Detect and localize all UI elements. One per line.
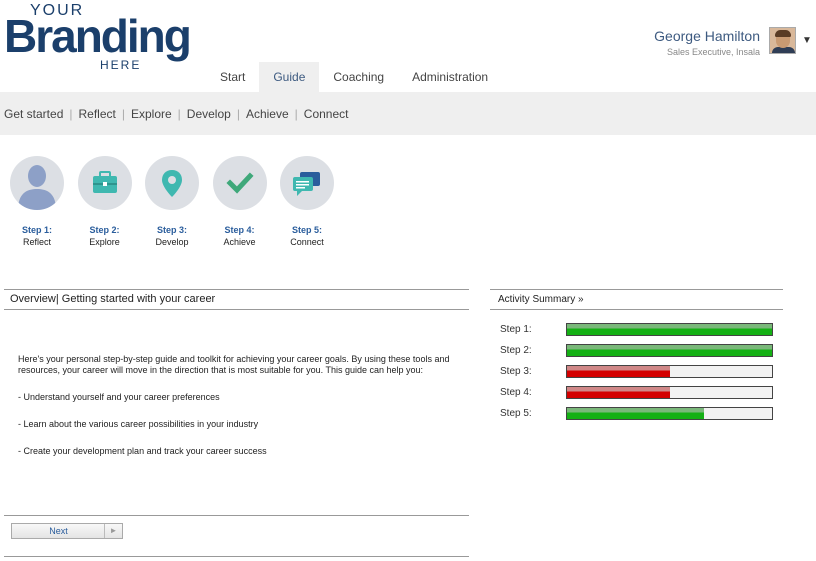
overview-footer: Next ► [4,515,469,557]
subnav-reflect[interactable]: Reflect [79,107,116,121]
overview-bullet: - Create your development plan and track… [18,446,267,456]
overview-subtitle: Getting started with your career [61,293,216,305]
overview-bullet: - Understand yourself and your career pr… [18,392,220,402]
subnav-get-started[interactable]: Get started [4,107,63,121]
checkmark-icon [212,156,267,210]
activity-summary-header[interactable]: Activity Summary » [490,289,783,310]
progress-fill [567,324,772,335]
overview-header: Overview| Getting started with your care… [4,289,469,310]
activity-row: Step 1: [500,319,773,340]
overview-title: Overview [10,293,56,305]
tab-administration[interactable]: Administration [398,62,502,92]
overview-content: Here's your personal step-by-step guide … [18,354,458,473]
progress-fill [567,345,772,356]
arrow-right-icon: ► [104,524,122,538]
progress-bar [566,323,773,336]
step-number: Step 1: [21,225,52,235]
chevron-down-icon[interactable]: ▼ [802,35,812,46]
activity-row: Step 2: [500,340,773,361]
logo-line-2: Branding [4,10,192,62]
step-number: Step 5: [291,225,322,235]
activity-summary-title[interactable]: Activity Summary » [498,294,584,305]
subnav-divider: | [69,106,73,121]
tab-start[interactable]: Start [206,62,259,92]
progress-bar [566,344,773,357]
activity-row: Step 5: [500,403,773,424]
overview-bullet: - Learn about the various career possibi… [18,419,259,429]
progress-bar [566,407,773,420]
subnav-achieve[interactable]: Achieve [246,107,289,121]
step-achieve[interactable]: Step 4: Achieve [212,156,267,247]
user-info[interactable]: George Hamilton Sales Executive, Insala [654,28,760,57]
brand-logo[interactable]: YOUR Branding HERE [4,2,192,72]
step-develop[interactable]: Step 3: Develop [145,156,199,247]
step-number: Step 4: [224,225,255,235]
user-name[interactable]: George Hamilton [654,28,760,44]
subnav-connect[interactable]: Connect [304,107,349,121]
activity-summary: Step 1: Step 2: Step 3: Step 4: Step 5: [500,319,773,424]
step-label: Connect [290,237,324,247]
step-label: Explore [89,237,120,247]
person-icon [10,156,64,210]
briefcase-icon [77,156,132,210]
activity-step-label: Step 4: [500,387,532,398]
activity-step-label: Step 2: [500,345,532,356]
subnav-divider: | [121,106,125,121]
subnav-divider: | [177,106,181,121]
sub-nav: Get started | Reflect | Explore | Develo… [0,92,816,135]
tab-coaching[interactable]: Coaching [319,62,398,92]
step-label: Reflect [22,237,51,247]
user-role: Sales Executive, Insala [666,47,760,57]
step-connect[interactable]: Step 5: Connect [280,156,334,247]
step-number: Step 3: [156,225,187,235]
subnav-develop[interactable]: Develop [187,107,231,121]
activity-row: Step 3: [500,361,773,382]
next-button-label: Next [49,526,68,536]
chat-bubbles-icon [280,156,334,210]
step-label: Develop [155,237,189,247]
progress-bar [566,365,773,378]
step-explore[interactable]: Step 2: Explore [77,156,132,247]
step-list: Step 1: Reflect Step 2: Explore Step 3: … [10,156,348,247]
tab-guide[interactable]: Guide [259,62,320,92]
progress-bar [566,386,773,399]
avatar[interactable] [769,27,796,54]
subnav-explore[interactable]: Explore [131,107,172,121]
step-number: Step 2: [89,225,120,235]
progress-fill [567,387,670,398]
activity-step-label: Step 5: [500,408,532,419]
activity-row: Step 4: [500,382,773,403]
map-pin-icon [145,156,199,210]
subnav-divider: | [236,106,240,121]
subnav-divider: | [294,106,298,121]
step-reflect[interactable]: Step 1: Reflect [10,156,64,247]
step-label: Achieve [223,237,256,247]
progress-fill [567,366,670,377]
activity-step-label: Step 3: [500,366,532,377]
next-button[interactable]: Next ► [11,523,123,539]
overview-intro: Here's your personal step-by-step guide … [18,354,450,375]
main-nav: Start Guide Coaching Administration [206,62,502,92]
logo-line-3: HERE [100,58,142,72]
activity-step-label: Step 1: [500,324,532,335]
progress-fill [567,408,705,419]
